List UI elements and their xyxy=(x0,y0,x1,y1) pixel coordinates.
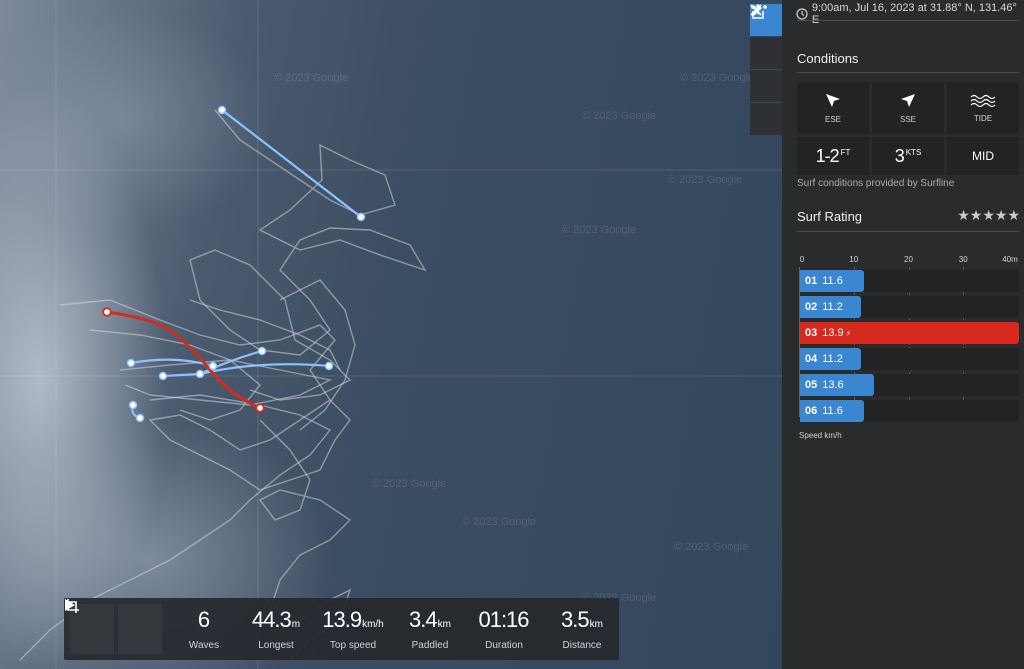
surf-rating-stars[interactable]: ★★★★★ xyxy=(957,207,1020,224)
session-map[interactable]: © 2023 Google © 2023 Google © 2023 Googl… xyxy=(0,0,782,669)
provider-note: Surf conditions provided by Surfline xyxy=(797,178,955,189)
stat-unit: m xyxy=(291,618,301,630)
session-info: 9:00am, Jul 16, 2023 at 31.88° N, 131.46… xyxy=(796,2,1024,26)
session-datetime-location: 9:00am, Jul 16, 2023 at 31.88° N, 131.46… xyxy=(811,2,1017,26)
stat-value: 3.5 xyxy=(561,606,590,632)
tide-cell: TIDE xyxy=(947,82,1019,134)
wave-bar-05[interactable]: 05 13.6 xyxy=(800,374,875,396)
wind-direction-cell: SSE xyxy=(872,82,944,134)
chart-tick-label: 40m xyxy=(1002,255,1018,264)
divider xyxy=(797,20,1019,21)
wave-speed-label: 13.6 xyxy=(822,379,844,391)
swell-arrow-icon xyxy=(826,93,840,107)
wind-speed-cell: 3 KTS xyxy=(872,137,944,175)
stat-value: 3.4 xyxy=(409,606,438,632)
stat-value: 01:16 xyxy=(478,606,529,632)
stat-value: 44.3 xyxy=(251,606,292,632)
conditions-grid: ESE SSE TIDE 1-2 FT 3 KTS MID xyxy=(797,82,1019,175)
wave-bar-02[interactable]: 02 11.2 xyxy=(800,296,862,318)
wind-arrow-icon xyxy=(901,93,915,107)
track-overlay xyxy=(0,0,782,669)
close-icon xyxy=(750,4,762,16)
stat-unit: km/h xyxy=(362,618,384,630)
stat-paddled: 3.4km Paddled xyxy=(400,606,460,651)
wave-row: 06 11.6 xyxy=(800,400,1019,422)
stat-duration: 01:16 Duration xyxy=(474,606,534,651)
tide-value-cell: MID xyxy=(947,137,1019,175)
stat-label: Waves xyxy=(188,639,220,651)
speed-axis-label: Speed km/h xyxy=(799,431,842,440)
swell-direction-label: ESE xyxy=(824,114,841,124)
wind-speed-unit: KTS xyxy=(905,147,922,157)
wave-row: 03 13.9 ⚡ xyxy=(800,322,1019,344)
wave-number: 05 xyxy=(805,379,818,391)
wave-number: 02 xyxy=(805,301,818,313)
wave-speed-label: 11.2 xyxy=(822,301,843,313)
close-button[interactable] xyxy=(750,4,782,135)
stat-value: 13.9 xyxy=(322,606,362,632)
conditions-title: Conditions xyxy=(797,51,859,66)
stat-unit: km xyxy=(437,618,451,630)
clock-icon xyxy=(796,8,808,20)
stat-label: Paddled xyxy=(411,639,449,651)
lightning-icon: ⚡ xyxy=(845,328,852,338)
edit-button[interactable] xyxy=(750,6,782,69)
wave-bar-04[interactable]: 04 11.2 xyxy=(800,348,862,370)
wave-speed-label: 13.9 xyxy=(822,327,844,339)
wave-number: 04 xyxy=(805,353,818,365)
chart-tick-label: 0 xyxy=(799,255,805,264)
stat-distance: 3.5km Distance xyxy=(552,606,612,651)
wave-speed-label: 11.2 xyxy=(822,353,843,365)
wave-height-value: 1-2 xyxy=(815,145,840,166)
wave-bar-03[interactable]: 03 13.9 ⚡ xyxy=(800,322,1019,344)
chart-tick-label: 30 xyxy=(958,255,968,264)
swell-direction-cell: ESE xyxy=(797,82,869,134)
tide-waves-icon xyxy=(970,94,996,107)
wave-row: 01 11.6 xyxy=(800,270,1019,292)
chart-tick-label: 10 xyxy=(849,255,859,264)
stat-label: Longest xyxy=(258,639,294,651)
map-toolbar xyxy=(750,4,782,136)
session-stats-bar: 6 Waves 44.3m Longest 13.9km/h Top speed… xyxy=(64,598,619,660)
map-grid xyxy=(0,0,782,669)
wave-tracks xyxy=(105,108,363,420)
wave-row: 05 13.6 xyxy=(800,374,1019,396)
wave-speed-label: 11.6 xyxy=(822,275,843,287)
stat-unit: km xyxy=(589,618,603,630)
surf-rating-title: Surf Rating xyxy=(797,209,863,224)
share-button[interactable] xyxy=(750,4,782,102)
crop-button[interactable] xyxy=(65,599,162,654)
stat-value: 6 xyxy=(197,606,210,632)
divider xyxy=(797,72,1019,73)
crop-icon xyxy=(65,599,79,613)
stat-longest: 44.3m Longest xyxy=(246,606,306,651)
tide-label: TIDE xyxy=(973,113,993,123)
wave-height-cell: 1-2 FT xyxy=(797,137,869,175)
wave-number: 03 xyxy=(805,327,818,339)
tide-value: MID xyxy=(972,149,994,163)
stat-label: Duration xyxy=(485,639,523,651)
chart-tick-label: 20 xyxy=(904,255,913,264)
wave-row: 04 11.2 xyxy=(800,348,1019,370)
stat-top-speed: 13.9km/h Top speed xyxy=(318,606,388,651)
stat-waves: 6 Waves xyxy=(184,606,224,651)
wave-height-unit: FT xyxy=(840,147,851,157)
wave-speed-label: 11.6 xyxy=(822,405,843,417)
wave-number: 01 xyxy=(805,275,818,287)
divider xyxy=(797,231,1019,232)
wave-bar-01[interactable]: 01 11.6 xyxy=(800,270,864,292)
wave-number: 06 xyxy=(805,405,818,417)
wave-row: 02 11.2 xyxy=(800,296,1019,318)
stat-label: Distance xyxy=(562,639,602,651)
wave-speed-chart: 0 10 20 30 40m 01 11.6 02 11.2 03 13.9 ⚡ 04 11.2 05 13.… xyxy=(799,255,1021,435)
wind-speed-value: 3 xyxy=(894,145,905,166)
wave-bar-06[interactable]: 06 11.6 xyxy=(800,400,864,422)
wind-direction-label: SSE xyxy=(899,114,916,124)
stat-label: Top speed xyxy=(329,639,377,651)
